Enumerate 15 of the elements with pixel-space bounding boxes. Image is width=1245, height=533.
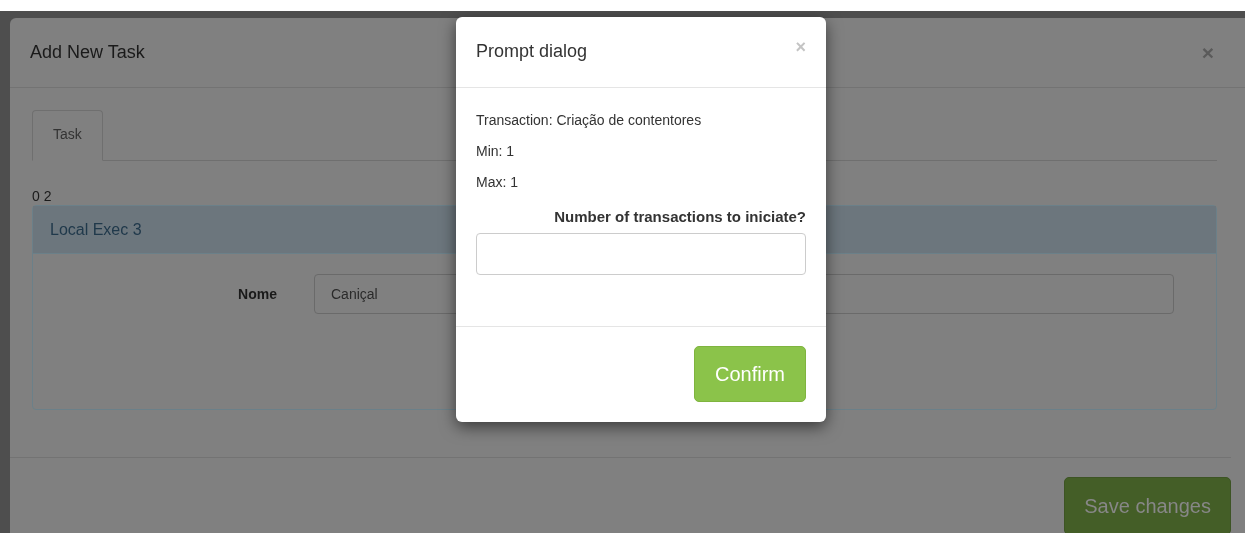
field-label: Nome	[238, 285, 277, 302]
info-text: Min: 1	[476, 143, 515, 159]
panel-title: Local Exec 3	[50, 219, 142, 240]
dialog-title: Prompt dialog	[476, 41, 588, 63]
close-button[interactable]: ×	[795, 38, 806, 56]
close-button[interactable]: ×	[1201, 42, 1214, 63]
tab[interactable]: Task	[32, 110, 103, 161]
counter-text: 0 2	[32, 188, 52, 204]
info-text: Transaction: Criação de contentores	[476, 112, 702, 128]
confirm-button[interactable]: Confirm	[694, 346, 806, 402]
info-text: Max: 1	[476, 174, 518, 190]
save-button[interactable]: Save changes	[1064, 477, 1231, 533]
input-field[interactable]	[476, 232, 806, 275]
question-label: Number of transactions to iniciate?	[554, 208, 806, 225]
modal-title: Add New Task	[30, 41, 145, 64]
